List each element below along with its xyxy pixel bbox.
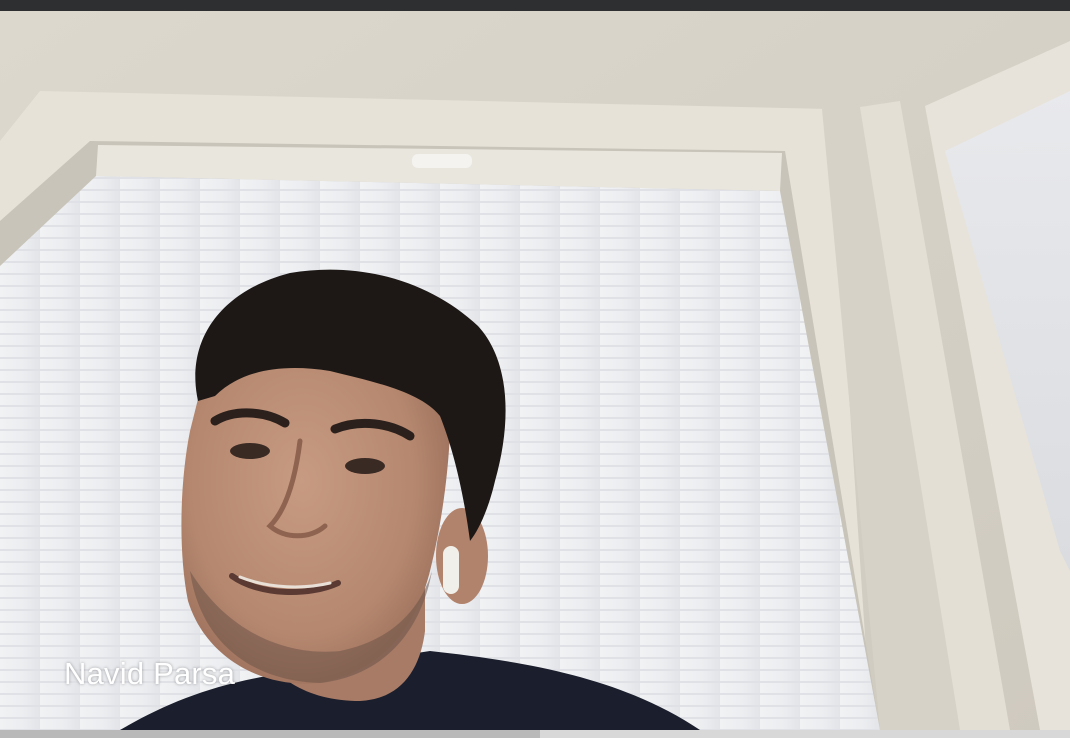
bottom-bar <box>0 730 1070 738</box>
video-call-stage: Navid Parsa <box>0 0 1070 738</box>
webcam-feed <box>0 11 1070 730</box>
top-bar <box>0 0 1070 11</box>
earbud <box>443 546 459 594</box>
participant-video-tile[interactable]: Navid Parsa <box>0 11 1070 730</box>
bottom-bar-segment <box>540 730 1070 738</box>
participant-name-label: Navid Parsa <box>64 656 236 691</box>
